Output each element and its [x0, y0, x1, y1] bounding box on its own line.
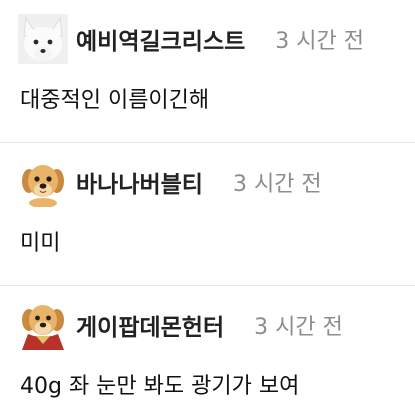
comment-header: 예비역길크리스트 3 시간 전 [18, 14, 364, 64]
white-fox-avatar-icon[interactable] [18, 14, 68, 64]
comment-text: 미미 [20, 231, 61, 256]
comment-timestamp: 3 시간 전 [232, 172, 322, 197]
puppy-avatar-icon[interactable] [18, 157, 68, 207]
comment-header: 바나나버블티 3 시간 전 [18, 157, 322, 207]
comment-timestamp: 3 시간 전 [275, 29, 364, 54]
comment-header: 게이팝데몬헌터 3 시간 전 [18, 300, 343, 350]
comment-text: 40g 좌 눈만 봐도 광기가 보여 [20, 374, 300, 399]
comment-author[interactable]: 바나나버블티 [76, 165, 203, 199]
comment-author[interactable]: 예비역길크리스트 [76, 22, 245, 56]
comment-timestamp: 3 시간 전 [254, 315, 343, 340]
comment-item: 바나나버블티 3 시간 전 미미 [0, 143, 415, 286]
comment-text: 대중적인 이름이긴해 [20, 88, 210, 113]
comment-author[interactable]: 게이팝데몬헌터 [76, 308, 224, 342]
comment-item: 게이팝데몬헌터 3 시간 전 40g 좌 눈만 봐도 광기가 보여 [0, 286, 415, 416]
comment-item: 예비역길크리스트 3 시간 전 대중적인 이름이긴해 [0, 0, 415, 143]
comment-list: 예비역길크리스트 3 시간 전 대중적인 이름이긴해 바나나버블티 3 시간 전… [0, 0, 415, 416]
puppy-red-cape-avatar-icon[interactable] [18, 300, 68, 350]
